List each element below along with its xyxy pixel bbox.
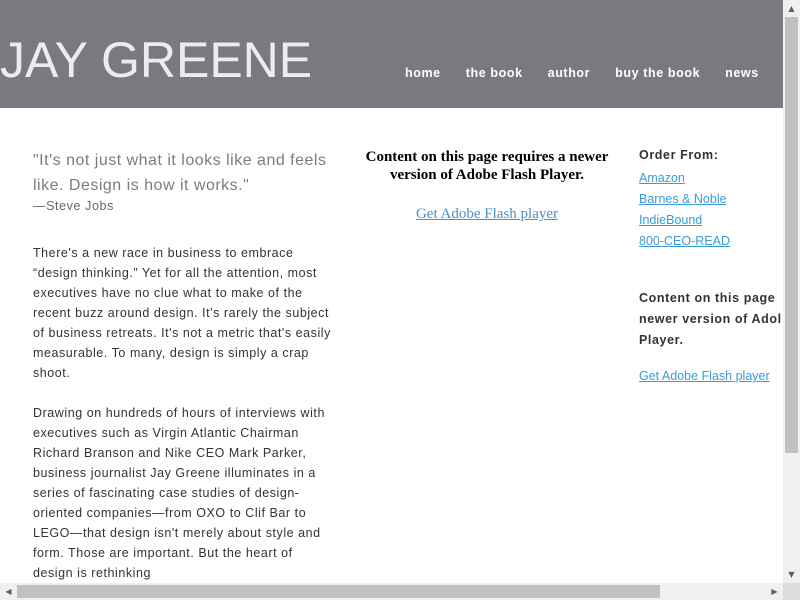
- body-paragraph: There's a new race in business to embrac…: [33, 246, 331, 380]
- order-link-indiebound[interactable]: IndieBound: [639, 213, 702, 227]
- browser-page: JAY GREENE home the book author buy the …: [0, 0, 800, 600]
- scroll-left-arrow-icon[interactable]: ◀: [0, 583, 17, 600]
- flash-message-line: Content on this page: [639, 291, 776, 305]
- nav-buy-the-book[interactable]: buy the book: [615, 66, 700, 80]
- main-nav: home the book author buy the book news e: [405, 66, 783, 80]
- horizontal-scroll-thumb[interactable]: [17, 585, 660, 598]
- flash-message-line: newer version of Adol: [639, 312, 782, 326]
- get-flash-player-link-sidebar[interactable]: Get Adobe Flash player: [639, 369, 770, 383]
- scroll-right-arrow-icon[interactable]: ▶: [766, 583, 783, 600]
- nav-the-book[interactable]: the book: [466, 66, 523, 80]
- order-link-800-ceo-read[interactable]: 800-CEO-READ: [639, 234, 730, 248]
- scrollbar-corner: [783, 583, 800, 600]
- flash-required-message: Content on this page requires a newer ve…: [365, 149, 609, 183]
- order-link-amazon[interactable]: Amazon: [639, 171, 685, 185]
- list-item: Barnes & Noble: [639, 189, 783, 210]
- vertical-scrollbar[interactable]: ▲ ▼: [783, 0, 800, 583]
- order-sidebar: Order From: Amazon Barnes & Noble IndieB…: [639, 147, 783, 385]
- flash-content-center: Content on this page requires a newer ve…: [352, 148, 622, 223]
- body-paragraph: Drawing on hundreds of hours of intervie…: [33, 406, 325, 580]
- nav-news[interactable]: news: [725, 66, 759, 80]
- order-link-barnes-noble[interactable]: Barnes & Noble: [639, 192, 727, 206]
- page-viewport: JAY GREENE home the book author buy the …: [0, 0, 783, 583]
- flash-required-message-sidebar: Content on this page newer version of Ad…: [639, 288, 783, 351]
- site-header: JAY GREENE home the book author buy the …: [0, 0, 783, 108]
- list-item: IndieBound: [639, 210, 783, 231]
- vertical-scroll-thumb[interactable]: [785, 17, 798, 453]
- nav-author[interactable]: author: [548, 66, 591, 80]
- list-item: 800-CEO-READ: [639, 231, 783, 252]
- horizontal-scrollbar[interactable]: ◀ ▶: [0, 583, 783, 600]
- quote-text: "It's not just what it looks like and fe…: [33, 152, 327, 194]
- list-item: Amazon: [639, 168, 783, 189]
- get-flash-player-link[interactable]: Get Adobe Flash player: [416, 206, 558, 223]
- nav-home[interactable]: home: [405, 66, 441, 80]
- site-title[interactable]: JAY GREENE: [0, 30, 312, 90]
- main-content-column: "It's not just what it looks like and fe…: [33, 148, 333, 583]
- scroll-up-arrow-icon[interactable]: ▲: [783, 0, 800, 17]
- order-from-heading: Order From:: [639, 148, 719, 162]
- scroll-down-arrow-icon[interactable]: ▼: [783, 566, 800, 583]
- quote-author: —Steve Jobs: [33, 199, 114, 213]
- order-links-list: Amazon Barnes & Noble IndieBound 800-CEO…: [639, 168, 783, 252]
- flash-message-line: Player.: [639, 333, 684, 347]
